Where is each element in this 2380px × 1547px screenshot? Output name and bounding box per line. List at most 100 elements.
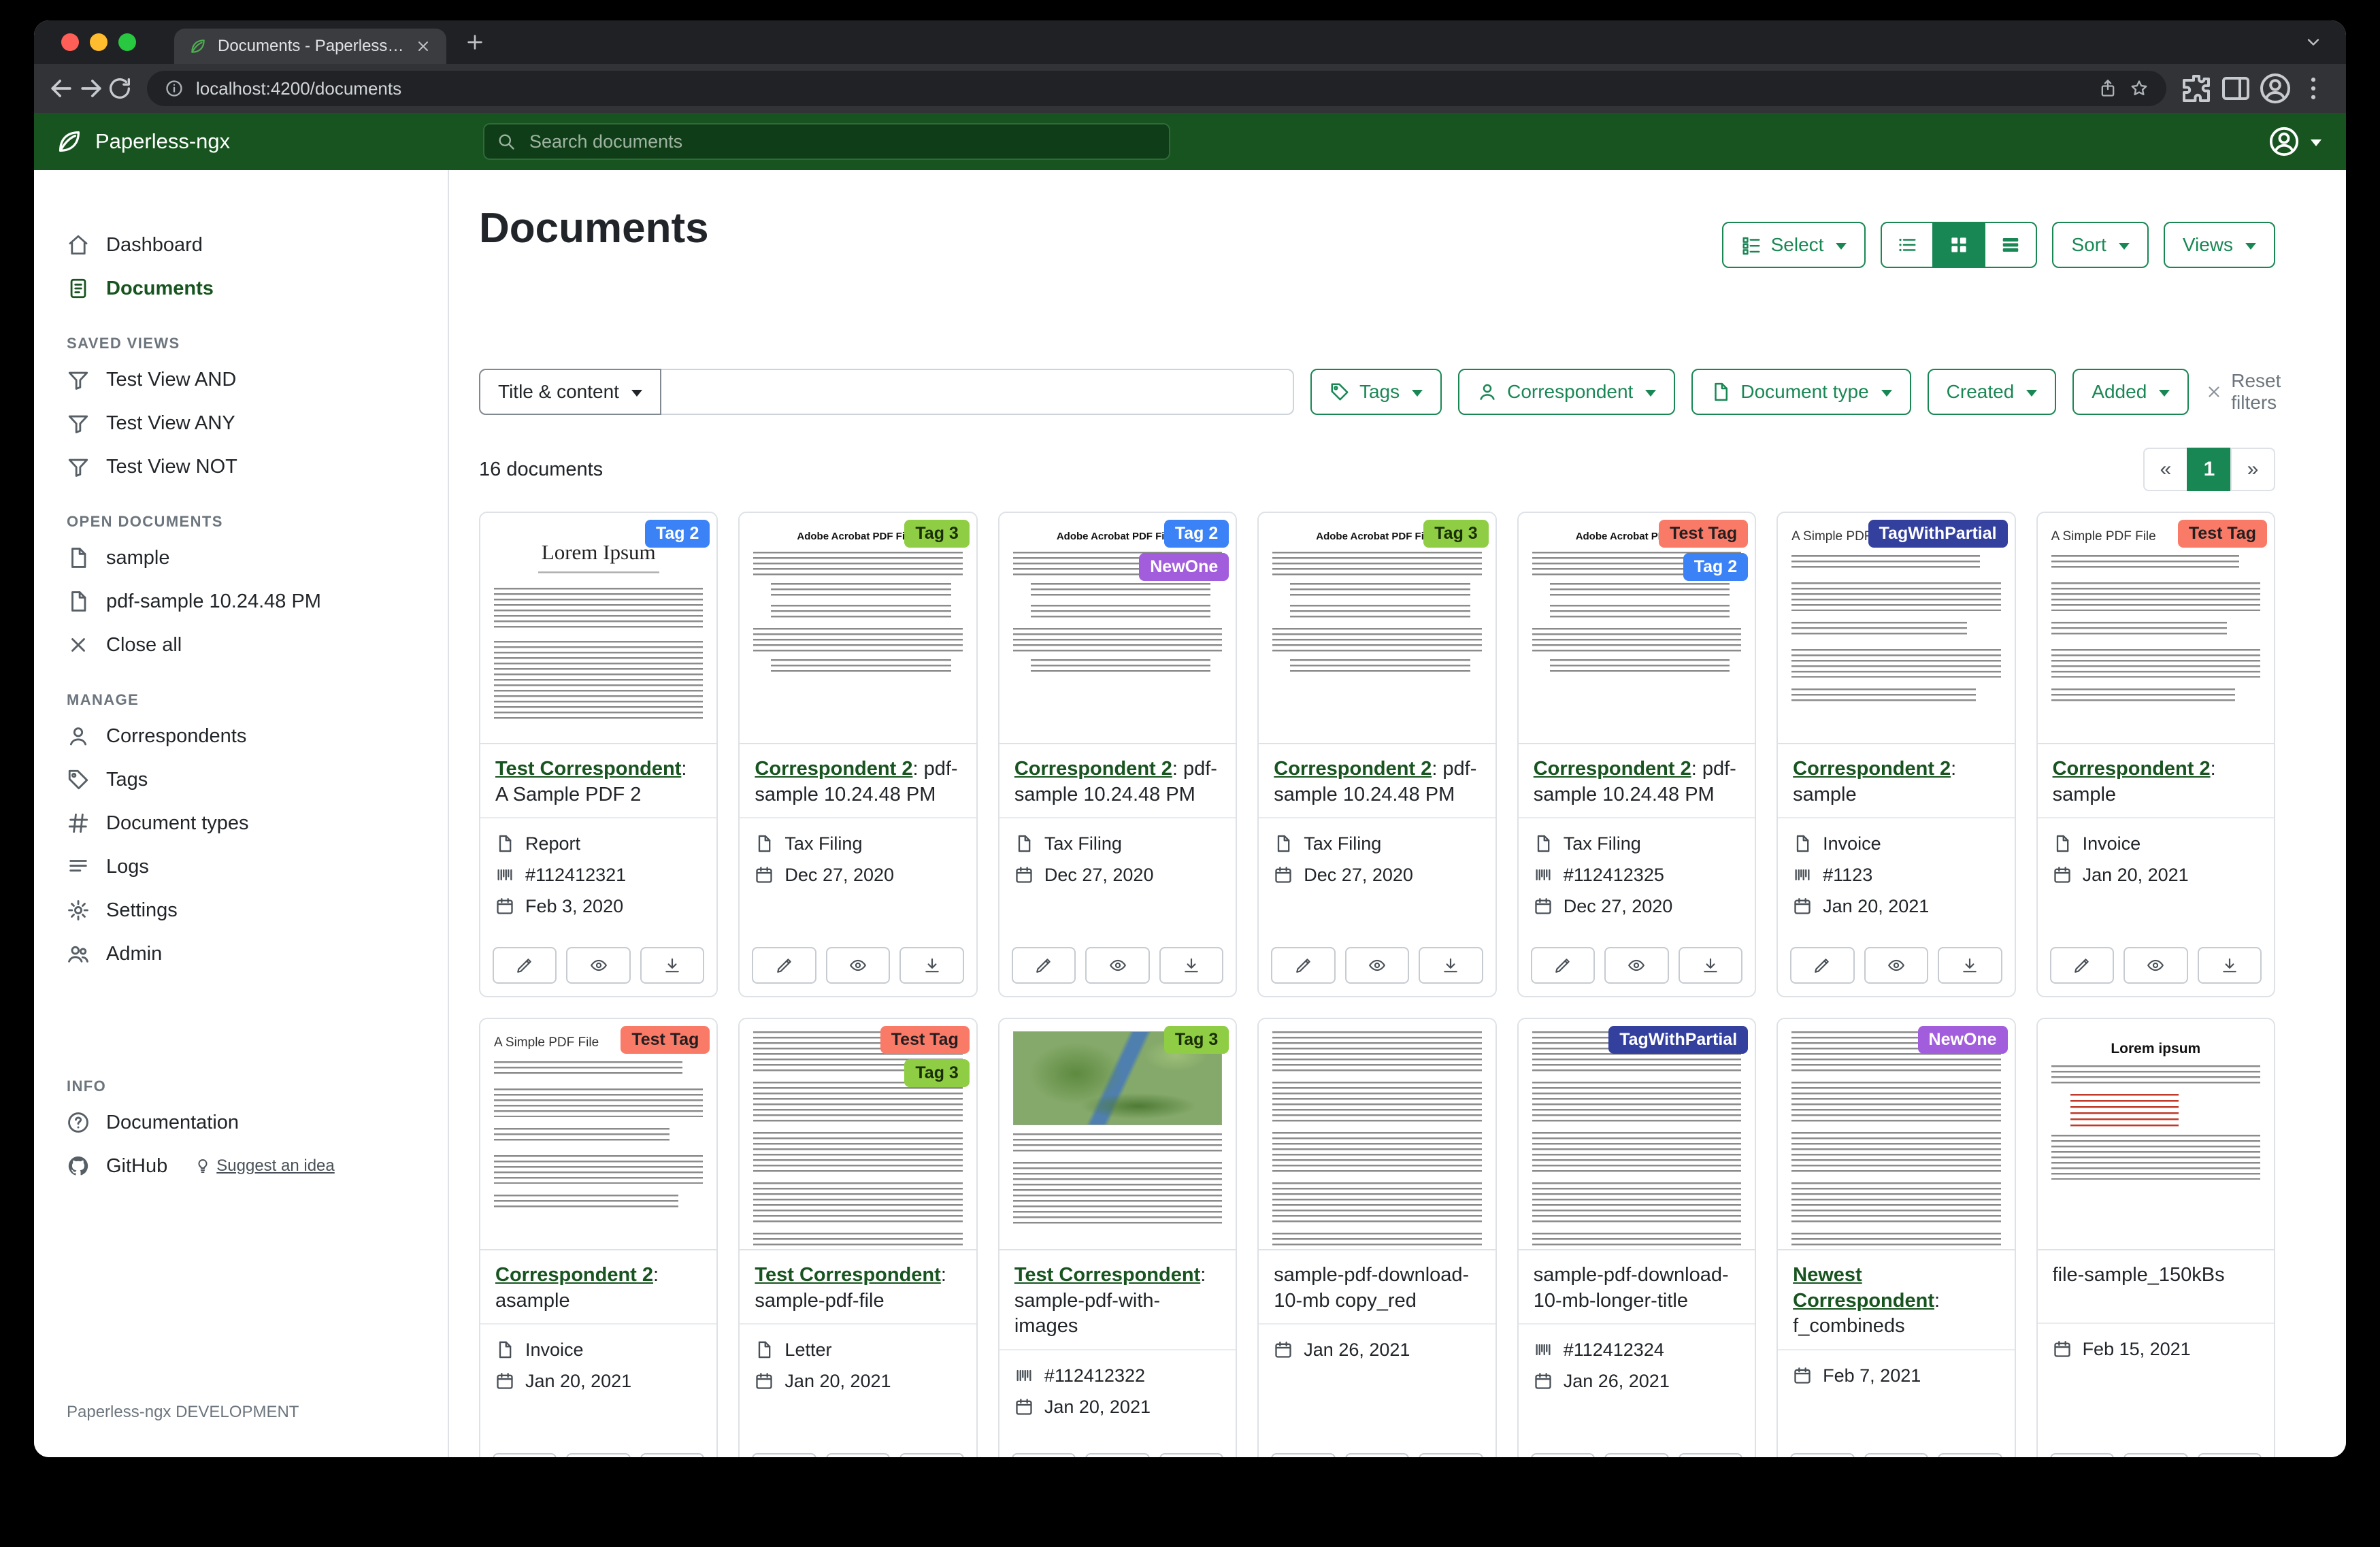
tag-badge[interactable]: Tag 2 (1164, 520, 1229, 548)
sidebar-item-admin[interactable]: Admin (34, 932, 448, 976)
browser-tab[interactable]: Documents - Paperless-ngx (174, 29, 446, 64)
download-button[interactable] (1679, 947, 1742, 984)
edit-button[interactable] (2050, 1453, 2114, 1457)
extensions-puzzle-icon[interactable] (2180, 72, 2213, 105)
tag-badge[interactable]: Tag 2 (1683, 553, 1748, 581)
view-button[interactable] (566, 1453, 630, 1457)
tag-badge[interactable]: Test Tag (621, 1026, 710, 1054)
correspondent-link[interactable]: Newest Correspondent (1793, 1264, 1934, 1312)
document-preview[interactable]: Lorem IpsumTag 2 (480, 513, 716, 744)
download-button[interactable] (640, 947, 704, 984)
correspondent-link[interactable]: Correspondent 2 (495, 1264, 653, 1286)
sidebar-item-sample[interactable]: sample (34, 536, 448, 580)
window-minimize-button[interactable] (90, 33, 108, 51)
added-filter-button[interactable]: Added (2072, 369, 2189, 415)
tag-badge[interactable]: Test Tag (2178, 520, 2267, 548)
document-preview[interactable]: Adobe Acrobat PDF FilesTag 3 (740, 513, 976, 744)
download-button[interactable] (2198, 947, 2262, 984)
edit-button[interactable] (752, 947, 816, 984)
tag-badge[interactable]: NewOne (1918, 1026, 2008, 1054)
correspondent-link[interactable]: Correspondent 2 (1014, 758, 1172, 780)
edit-button[interactable] (752, 1453, 816, 1457)
tag-badge[interactable]: Tag 3 (1164, 1026, 1229, 1054)
edit-button[interactable] (493, 947, 557, 984)
sort-button[interactable]: Sort (2052, 222, 2148, 268)
download-button[interactable] (1938, 947, 2002, 984)
view-list-button[interactable] (1881, 222, 1934, 268)
sidebar-item-pdf-sample-10-24-48-pm[interactable]: pdf-sample 10.24.48 PM (34, 580, 448, 623)
view-button[interactable] (566, 947, 630, 984)
tag-badge[interactable]: Tag 3 (904, 1059, 969, 1087)
view-button[interactable] (1864, 947, 1928, 984)
view-button[interactable] (826, 947, 890, 984)
filter-text-input[interactable] (661, 369, 1294, 415)
download-button[interactable] (1159, 947, 1223, 984)
correspondent-link[interactable]: Correspondent 2 (2053, 758, 2211, 780)
views-button[interactable]: Views (2164, 222, 2275, 268)
bookmark-star-icon[interactable] (2130, 79, 2149, 98)
download-button[interactable] (899, 947, 963, 984)
document-preview[interactable]: Tag 3 (999, 1019, 1236, 1250)
search-input[interactable] (483, 123, 1170, 160)
browser-menu-kebab-icon[interactable] (2298, 73, 2328, 103)
document-preview[interactable]: A Simple PDF FileTest Tag (2038, 513, 2274, 744)
tag-badge[interactable]: Test Tag (880, 1026, 970, 1054)
edit-button[interactable] (1012, 947, 1076, 984)
browser-profile-icon[interactable] (2259, 72, 2292, 105)
edit-button[interactable] (1012, 1453, 1076, 1457)
correspondent-link[interactable]: Correspondent 2 (1534, 758, 1691, 780)
download-button[interactable] (640, 1453, 704, 1457)
download-button[interactable] (2198, 1453, 2262, 1457)
tag-badge[interactable]: Tag 2 (645, 520, 710, 548)
select-button[interactable]: Select (1722, 222, 1866, 268)
sidebar-item-logs[interactable]: Logs (34, 845, 448, 888)
sidebar-item-github[interactable]: GitHubSuggest an idea (34, 1144, 448, 1188)
forward-button[interactable] (76, 73, 106, 103)
download-button[interactable] (1938, 1453, 2002, 1457)
share-icon[interactable] (2098, 79, 2117, 98)
document-preview[interactable]: Adobe Acrobat PDF FilesTest TagTag 2 (1519, 513, 1755, 744)
tag-badge[interactable]: TagWithPartial (1608, 1026, 1748, 1054)
document-preview[interactable]: Test Tag Tag 3 (740, 1019, 976, 1250)
window-close-button[interactable] (61, 33, 79, 51)
title-content-dropdown[interactable]: Title & content (479, 369, 661, 415)
pagination-next[interactable]: » (2230, 448, 2275, 491)
document-preview[interactable]: Adobe Acrobat PDF FilesTag 2NewOne (999, 513, 1236, 744)
sidebar-item-settings[interactable]: Settings (34, 888, 448, 932)
view-button[interactable] (1864, 1453, 1928, 1457)
view-button[interactable] (1345, 1453, 1409, 1457)
app-logo[interactable]: Paperless-ngx (56, 128, 230, 155)
tag-badge[interactable]: TagWithPartial (1868, 520, 2008, 548)
edit-button[interactable] (2050, 947, 2114, 984)
correspondent-link[interactable]: Test Correspondent (1014, 1264, 1200, 1286)
view-grid-button[interactable] (1932, 222, 1985, 268)
tag-badge[interactable]: Test Tag (1659, 520, 1748, 548)
edit-button[interactable] (1271, 947, 1335, 984)
correspondent-link[interactable]: Correspondent 2 (755, 758, 912, 780)
tab-search-chevron-icon[interactable] (2304, 33, 2323, 52)
tag-badge[interactable]: Tag 3 (1423, 520, 1488, 548)
view-button[interactable] (1604, 1453, 1668, 1457)
download-button[interactable] (1679, 1453, 1742, 1457)
download-button[interactable] (1419, 947, 1483, 984)
view-button[interactable] (2123, 1453, 2187, 1457)
sidebar-item-document-types[interactable]: Document types (34, 801, 448, 845)
site-info-icon[interactable] (165, 79, 184, 98)
sidebar-item-dashboard[interactable]: Dashboard (34, 223, 448, 267)
new-tab-button[interactable] (464, 31, 486, 53)
document-preview[interactable]: A Simple PDF FileTest Tag (480, 1019, 716, 1250)
sidebar-item-close-all[interactable]: Close all (34, 623, 448, 667)
view-button[interactable] (1604, 947, 1668, 984)
document-preview[interactable]: Lorem ipsum (2038, 1019, 2274, 1250)
sidebar-item-test-view-and[interactable]: Test View AND (34, 358, 448, 401)
window-zoom-button[interactable] (118, 33, 136, 51)
sidebar-item-test-view-any[interactable]: Test View ANY (34, 401, 448, 445)
correspondent-link[interactable]: Correspondent 2 (1793, 758, 1951, 780)
view-button[interactable] (1345, 947, 1409, 984)
reload-button[interactable] (106, 75, 133, 102)
pagination-current[interactable]: 1 (2187, 448, 2232, 491)
sidebar-item-tags[interactable]: Tags (34, 758, 448, 801)
view-detail-button[interactable] (1984, 222, 2037, 268)
address-bar[interactable]: localhost:4200/documents (147, 71, 2166, 106)
edit-button[interactable] (493, 1453, 557, 1457)
